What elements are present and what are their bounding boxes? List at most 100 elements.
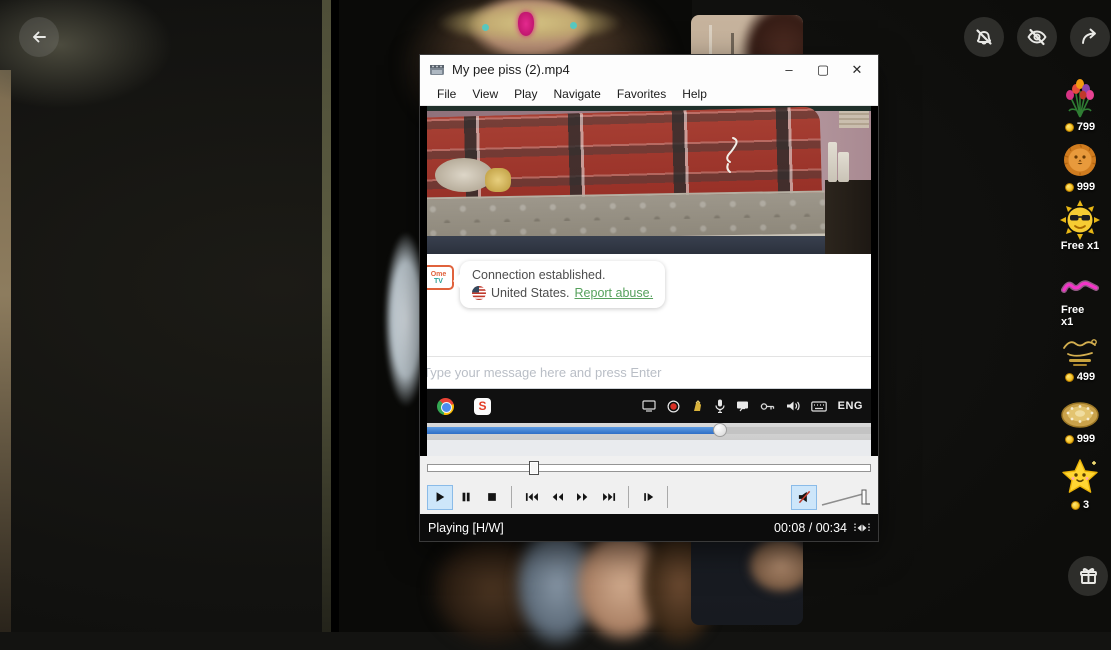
record-icon [667, 400, 680, 413]
volume-slider[interactable] [819, 486, 871, 508]
coin-icon [1071, 501, 1080, 510]
input-placeholder: Type your message here and press Enter [427, 365, 661, 380]
rewind-icon [550, 491, 564, 503]
menu-play[interactable]: Play [506, 85, 545, 104]
sun-sunglasses-icon [1060, 200, 1100, 240]
speaker-icon [786, 400, 800, 412]
blanket-flamingo-motif [719, 134, 741, 174]
status-bar: Playing [H/W] 00:08 / 00:34 [420, 514, 878, 541]
seek-bar[interactable] [427, 464, 871, 472]
gift-tulip-bouquet[interactable]: 799 [1061, 76, 1099, 133]
gift-pink-neon-word[interactable]: Free x1 [1061, 278, 1099, 328]
fast-forward-icon [576, 491, 590, 503]
gift-gold-plate[interactable]: 999 [1060, 400, 1100, 445]
cute-star-icon [1060, 458, 1100, 496]
gift-price: 799 [1077, 121, 1095, 133]
gift-cute-star[interactable]: 3 [1060, 458, 1100, 511]
video-frame: Ome TV Connection established. [427, 106, 871, 456]
back-button[interactable] [19, 17, 59, 57]
gold-plate-icon [1060, 400, 1100, 430]
media-player-window: My pee piss (2).mp4 – ▢ ✕ File View Play… [420, 55, 878, 541]
message-input[interactable]: Type your message here and press Enter [427, 356, 871, 389]
red-s-app-icon: S [474, 398, 491, 415]
divider [667, 486, 668, 508]
in-video-progress-knob[interactable] [713, 423, 727, 437]
coin-icon [1065, 183, 1074, 192]
chrome-icon [437, 398, 454, 415]
country-text: United States. [491, 286, 570, 300]
close-button[interactable]: ✕ [840, 57, 874, 82]
us-flag-icon [472, 286, 486, 300]
system-message-bubble: Connection established. United States. R… [460, 261, 665, 308]
bell-off-icon [974, 27, 994, 47]
bed-base [427, 236, 831, 254]
gift-price: Free x1 [1061, 240, 1100, 252]
tulip-bouquet-icon [1061, 76, 1099, 118]
wall-hanging [839, 111, 869, 128]
divider [628, 486, 629, 508]
crown-stone [570, 22, 577, 29]
chat-window-icon [736, 400, 749, 412]
logo-text: Ome [431, 271, 447, 278]
play-icon [434, 491, 446, 503]
plush-toy [485, 168, 511, 192]
maximize-button[interactable]: ▢ [806, 57, 840, 82]
seek-thumb[interactable] [529, 461, 539, 475]
pink-neon-word-icon [1061, 278, 1099, 296]
skip-end-button[interactable] [596, 485, 622, 510]
crown-gem [518, 12, 534, 36]
system-tray: ENG [642, 399, 863, 413]
skip-start-button[interactable] [518, 485, 544, 510]
seek-progress [428, 465, 534, 471]
seek-bar-row [420, 456, 878, 480]
connection-status-text: Connection established. [472, 268, 653, 282]
self-person-neck [746, 535, 803, 595]
gift-rail: 799 999 Free x1 [1049, 0, 1111, 632]
stop-button[interactable] [479, 485, 505, 510]
crown-stone [482, 24, 489, 31]
sound-off-button[interactable] [964, 17, 1004, 57]
screen-cast-icon [642, 400, 656, 412]
ome-tv-logo: Ome TV [427, 265, 454, 290]
pause-icon [460, 491, 472, 503]
mute-button[interactable] [791, 485, 817, 510]
menu-navigate[interactable]: Navigate [545, 85, 608, 104]
lion-icon [1062, 142, 1098, 178]
gift-sun-with-sunglasses[interactable]: Free x1 [1060, 200, 1100, 252]
language-indicator[interactable]: ENG [838, 400, 863, 412]
playback-state: Playing [H/W] [428, 521, 504, 535]
video-letterbox [331, 0, 339, 632]
rewind-button[interactable] [544, 485, 570, 510]
report-abuse-link[interactable]: Report abuse. [575, 286, 654, 300]
menu-file[interactable]: File [429, 85, 464, 104]
in-video-footer-area [427, 440, 871, 456]
playback-controls [420, 480, 878, 514]
arrow-left-icon [29, 27, 49, 47]
menu-bar: File View Play Navigate Favorites Help [420, 84, 878, 106]
coin-icon [1065, 123, 1074, 132]
fast-forward-button[interactable] [570, 485, 596, 510]
pause-button[interactable] [453, 485, 479, 510]
gift-lion[interactable]: 999 [1062, 142, 1098, 193]
stop-icon [486, 491, 498, 503]
in-video-progress-fill [427, 427, 720, 434]
yellow-tray-icon [691, 400, 704, 413]
video-edge [322, 0, 331, 632]
logo-text: TV [434, 278, 443, 285]
title-bar[interactable]: My pee piss (2).mp4 – ▢ ✕ [420, 55, 878, 84]
in-video-progress-row [427, 423, 871, 440]
video-display-area[interactable]: Ome TV Connection established. [420, 106, 878, 456]
menu-favorites[interactable]: Favorites [609, 85, 674, 104]
key-icon [760, 401, 775, 412]
minimize-button[interactable]: – [772, 57, 806, 82]
menu-view[interactable]: View [464, 85, 506, 104]
dresser [825, 180, 871, 254]
divider [511, 486, 512, 508]
step-button[interactable] [635, 485, 661, 510]
skip-start-icon [524, 491, 539, 503]
candle [828, 142, 837, 182]
menu-help[interactable]: Help [674, 85, 715, 104]
gift-ramadan-calligraphy[interactable]: 499 [1060, 336, 1100, 383]
play-button[interactable] [427, 485, 453, 510]
frame-step-icon [642, 491, 655, 503]
